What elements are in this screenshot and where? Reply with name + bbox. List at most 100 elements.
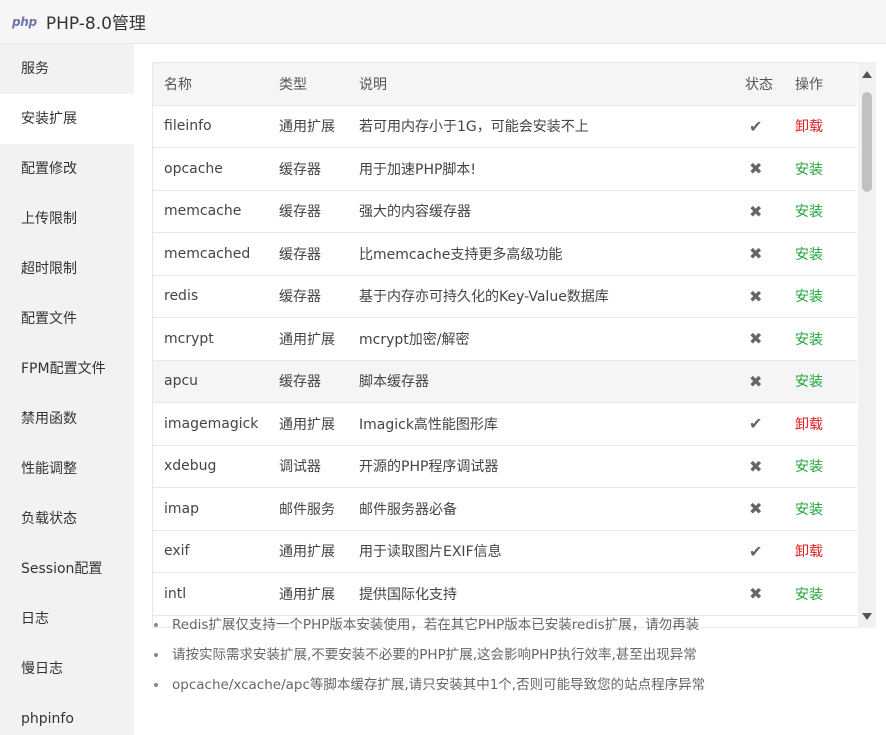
cross-icon: ✖ bbox=[749, 244, 763, 264]
sidebar-item[interactable]: phpinfo bbox=[0, 694, 134, 735]
install-button[interactable]: 安装 bbox=[795, 204, 823, 220]
table-row: memcache 缓存器 强大的内容缓存器 ✖ 安装 bbox=[153, 190, 857, 233]
ext-action-cell: 安装 bbox=[795, 572, 857, 616]
ext-type: 缓存器 bbox=[279, 360, 359, 403]
ext-name: fileinfo bbox=[153, 105, 279, 148]
sidebar-item[interactable]: 性能调整 bbox=[0, 444, 134, 494]
scroll-up-arrow-icon[interactable] bbox=[858, 66, 876, 82]
notes-list: Redis扩展仅支持一个PHP版本安装使用，若在其它PHP版本已安装redis扩… bbox=[152, 610, 872, 700]
install-button[interactable]: 安装 bbox=[795, 459, 823, 475]
uninstall-button[interactable]: 卸载 bbox=[795, 417, 823, 433]
title-bar: php PHP-8.0管理 bbox=[0, 0, 886, 44]
table-scrollbar[interactable] bbox=[858, 62, 876, 628]
install-button[interactable]: 安装 bbox=[795, 374, 823, 390]
sidebar-item[interactable]: 安装扩展 bbox=[0, 94, 134, 144]
scrollbar-thumb[interactable] bbox=[862, 92, 872, 192]
ext-type: 通用扩展 bbox=[279, 402, 359, 446]
table-row: intl 通用扩展 提供国际化支持 ✖ 安装 bbox=[153, 572, 857, 616]
ext-status: ✖ bbox=[745, 572, 795, 616]
sidebar-item[interactable]: FPM配置文件 bbox=[0, 344, 134, 394]
sidebar-item[interactable]: 配置修改 bbox=[0, 144, 134, 194]
header-desc: 说明 bbox=[359, 63, 745, 106]
check-icon: ✔ bbox=[749, 116, 763, 136]
ext-type: 缓存器 bbox=[279, 275, 359, 318]
install-button[interactable]: 安装 bbox=[795, 502, 823, 518]
ext-action-cell: 安装 bbox=[795, 275, 857, 318]
install-button[interactable]: 安装 bbox=[795, 162, 823, 178]
ext-desc: 开源的PHP程序调试器 bbox=[359, 445, 745, 488]
cross-icon: ✖ bbox=[749, 456, 763, 476]
sidebar-item[interactable]: 慢日志 bbox=[0, 644, 134, 694]
table-row: imap 邮件服务 邮件服务器必备 ✖ 安装 bbox=[153, 487, 857, 531]
ext-desc: 若可用内存小于1G，可能会安装不上 bbox=[359, 105, 745, 148]
header-action: 操作 bbox=[795, 63, 857, 106]
ext-action-cell: 安装 bbox=[795, 360, 857, 403]
ext-action-cell: 安装 bbox=[795, 445, 857, 488]
uninstall-button[interactable]: 卸载 bbox=[795, 119, 823, 135]
install-button[interactable]: 安装 bbox=[795, 332, 823, 348]
ext-name: exif bbox=[153, 530, 279, 573]
install-button[interactable]: 安装 bbox=[795, 247, 823, 263]
header-name: 名称 bbox=[153, 63, 279, 106]
cross-icon: ✖ bbox=[749, 584, 763, 604]
ext-status: ✖ bbox=[745, 275, 795, 318]
table-row: apcu 缓存器 脚本缓存器 ✖ 安装 bbox=[153, 360, 857, 403]
sidebar-item[interactable]: 日志 bbox=[0, 594, 134, 644]
ext-action-cell: 卸载 bbox=[795, 530, 857, 573]
ext-status: ✖ bbox=[745, 232, 795, 276]
ext-name: memcached bbox=[153, 232, 279, 276]
ext-desc: Imagick高性能图形库 bbox=[359, 402, 745, 446]
table-row: memcached 缓存器 比memcache支持更多高级功能 ✖ 安装 bbox=[153, 232, 857, 276]
check-icon: ✔ bbox=[749, 541, 763, 561]
note-item: Redis扩展仅支持一个PHP版本安装使用，若在其它PHP版本已安装redis扩… bbox=[152, 610, 872, 640]
table-row: mcrypt 通用扩展 mcrypt加密/解密 ✖ 安装 bbox=[153, 317, 857, 361]
sidebar-item[interactable]: 上传限制 bbox=[0, 194, 134, 244]
sidebar-item[interactable]: 负载状态 bbox=[0, 494, 134, 544]
ext-status: ✖ bbox=[745, 317, 795, 361]
ext-name: memcache bbox=[153, 190, 279, 233]
sidebar: 服务 安装扩展 配置修改 上传限制 超时限制 配置文件 FPM配置文件 禁用函数 性能调整 负载状… bbox=[0, 44, 134, 735]
sidebar-item[interactable]: 超时限制 bbox=[0, 244, 134, 294]
uninstall-button[interactable]: 卸载 bbox=[795, 544, 823, 560]
ext-action-cell: 安装 bbox=[795, 487, 857, 531]
ext-action-cell: 卸载 bbox=[795, 402, 857, 446]
table-row: imagemagick 通用扩展 Imagick高性能图形库 ✔ 卸载 bbox=[153, 402, 857, 446]
ext-name: imap bbox=[153, 487, 279, 531]
sidebar-item[interactable]: Session配置 bbox=[0, 544, 134, 594]
table-row: redis 缓存器 基于内存亦可持久化的Key-Value数据库 ✖ 安装 bbox=[153, 275, 857, 318]
ext-type: 通用扩展 bbox=[279, 530, 359, 573]
ext-status: ✖ bbox=[745, 190, 795, 233]
sidebar-item[interactable]: 服务 bbox=[0, 44, 134, 94]
cross-icon: ✖ bbox=[749, 159, 763, 179]
ext-desc: 邮件服务器必备 bbox=[359, 487, 745, 531]
ext-status: ✔ bbox=[745, 105, 795, 148]
note-item: 请按实际需求安装扩展,不要安装不必要的PHP扩展,这会影响PHP执行效率,甚至出… bbox=[152, 640, 872, 670]
sidebar-item[interactable]: 配置文件 bbox=[0, 294, 134, 344]
ext-name: intl bbox=[153, 572, 279, 616]
php-logo: php bbox=[12, 14, 37, 29]
sidebar-item[interactable]: 禁用函数 bbox=[0, 394, 134, 444]
ext-action-cell: 安装 bbox=[795, 190, 857, 233]
cross-icon: ✖ bbox=[749, 201, 763, 221]
ext-type: 缓存器 bbox=[279, 190, 359, 233]
install-button[interactable]: 安装 bbox=[795, 587, 823, 603]
ext-desc: 基于内存亦可持久化的Key-Value数据库 bbox=[359, 275, 745, 318]
ext-type: 调试器 bbox=[279, 445, 359, 488]
table-row: opcache 缓存器 用于加速PHP脚本! ✖ 安装 bbox=[153, 147, 857, 191]
ext-type: 通用扩展 bbox=[279, 317, 359, 361]
cross-icon: ✖ bbox=[749, 371, 763, 391]
ext-action-cell: 卸载 bbox=[795, 105, 857, 148]
ext-name: xdebug bbox=[153, 445, 279, 488]
ext-desc: 用于加速PHP脚本! bbox=[359, 147, 745, 191]
main-content: 名称 类型 说明 状态 操作 fileinfo 通用扩展 若可用内存小于1G，可能会… bbox=[134, 44, 886, 735]
ext-type: 通用扩展 bbox=[279, 572, 359, 616]
ext-desc: 用于读取图片EXIF信息 bbox=[359, 530, 745, 573]
extensions-table-container: 名称 类型 说明 状态 操作 fileinfo 通用扩展 若可用内存小于1G，可能会… bbox=[152, 62, 858, 628]
cross-icon: ✖ bbox=[749, 329, 763, 349]
ext-name: redis bbox=[153, 275, 279, 318]
ext-name: opcache bbox=[153, 147, 279, 191]
ext-desc: 提供国际化支持 bbox=[359, 572, 745, 616]
window-title: PHP-8.0管理 bbox=[45, 14, 146, 34]
table-row: fileinfo 通用扩展 若可用内存小于1G，可能会安装不上 ✔ 卸载 bbox=[153, 105, 857, 148]
install-button[interactable]: 安装 bbox=[795, 289, 823, 305]
